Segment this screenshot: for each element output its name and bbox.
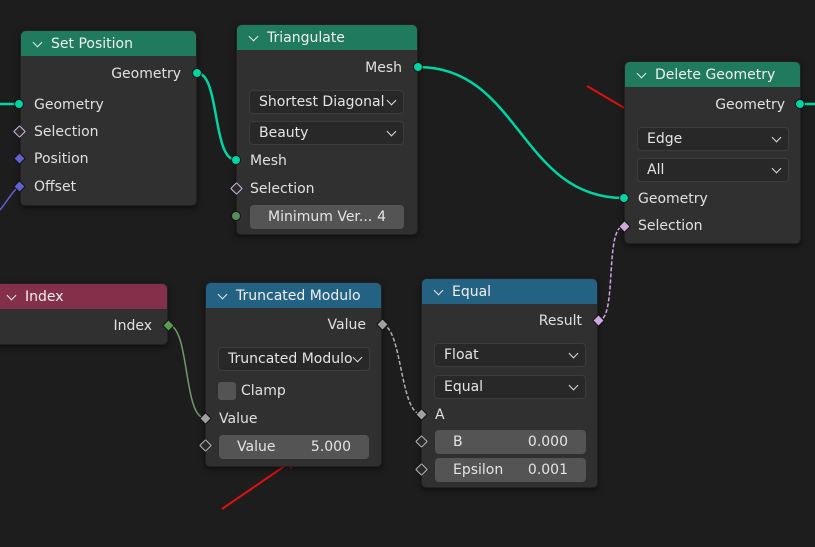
chevron-down-icon bbox=[771, 132, 782, 143]
field-value: 4 bbox=[377, 209, 386, 225]
link-equal-to-selection bbox=[597, 225, 625, 322]
node-title: Index bbox=[25, 288, 64, 305]
clamp-checkbox[interactable] bbox=[218, 382, 236, 400]
chevron-down-icon bbox=[352, 352, 363, 363]
link-triangulate-to-delete bbox=[417, 65, 625, 200]
input-a-label: A bbox=[435, 407, 445, 423]
input-selection-label: Selection bbox=[250, 181, 315, 197]
input-selection-label: Selection bbox=[34, 124, 99, 140]
output-result-label: Result bbox=[538, 313, 582, 329]
comparison-dropdown[interactable]: Equal bbox=[434, 375, 586, 399]
socket-delete-geometry-in[interactable] bbox=[619, 193, 629, 203]
operation-dropdown[interactable]: Truncated Modulo bbox=[218, 347, 370, 371]
collapse-chevron-icon[interactable] bbox=[247, 31, 261, 45]
chevron-down-icon bbox=[771, 163, 782, 174]
node-header[interactable]: Index bbox=[0, 284, 167, 309]
collapse-chevron-icon[interactable] bbox=[432, 285, 446, 299]
node-title: Truncated Modulo bbox=[236, 287, 361, 304]
domain-dropdown[interactable]: Edge bbox=[637, 127, 789, 151]
input-value-label: Value bbox=[219, 411, 258, 427]
mode-value: All bbox=[647, 162, 665, 178]
clamp-label: Clamp bbox=[241, 383, 286, 399]
input-mesh-label: Mesh bbox=[250, 153, 287, 169]
comparison-value: Equal bbox=[444, 379, 484, 395]
node-header[interactable]: Delete Geometry bbox=[625, 62, 800, 87]
socket-triangulate-minvert-in[interactable] bbox=[231, 211, 241, 221]
b-field[interactable]: B 0.000 bbox=[435, 430, 586, 454]
collapse-chevron-icon[interactable] bbox=[5, 290, 19, 304]
node-title: Delete Geometry bbox=[655, 66, 776, 83]
link-setpos-to-triangulate bbox=[196, 71, 237, 162]
node-header[interactable]: Equal bbox=[422, 279, 597, 304]
link-modulo-to-equal bbox=[381, 324, 422, 415]
field-value: 0.001 bbox=[527, 462, 568, 478]
output-geometry-label: Geometry bbox=[715, 97, 785, 113]
field-value: 0.000 bbox=[527, 434, 568, 450]
input-offset-label: Offset bbox=[34, 179, 77, 195]
node-truncated-modulo[interactable]: Truncated Modulo Value Truncated Modulo … bbox=[205, 282, 382, 467]
clamp-checkbox-row[interactable]: Clamp bbox=[218, 380, 286, 402]
node-header[interactable]: Triangulate bbox=[237, 25, 417, 50]
chevron-down-icon bbox=[568, 348, 579, 359]
ngon-method-value: Beauty bbox=[259, 125, 309, 141]
collapse-chevron-icon[interactable] bbox=[216, 289, 230, 303]
node-title: Triangulate bbox=[267, 29, 345, 46]
chevron-down-icon bbox=[568, 380, 579, 391]
epsilon-field[interactable]: Epsilon 0.001 bbox=[435, 458, 586, 482]
field-value: 5.000 bbox=[310, 439, 351, 455]
ngon-method-dropdown[interactable]: Beauty bbox=[249, 121, 404, 145]
field-label: Minimum Ver... bbox=[268, 209, 373, 225]
socket-triangulate-mesh-out[interactable] bbox=[413, 62, 423, 72]
node-triangulate[interactable]: Triangulate Mesh Shortest Diagonal Beaut… bbox=[236, 24, 418, 235]
node-title: Set Position bbox=[51, 35, 133, 52]
field-label: Value bbox=[237, 439, 276, 455]
collapse-chevron-icon[interactable] bbox=[635, 68, 649, 82]
output-value-label: Value bbox=[327, 317, 366, 333]
mode-dropdown[interactable]: All bbox=[637, 158, 789, 182]
node-editor-canvas[interactable]: Set Position Geometry Geometry Selection… bbox=[0, 0, 815, 547]
node-title: Equal bbox=[452, 283, 492, 300]
field-label: B bbox=[453, 434, 463, 450]
quad-method-dropdown[interactable]: Shortest Diagonal bbox=[249, 90, 404, 114]
quad-method-value: Shortest Diagonal bbox=[259, 94, 385, 110]
node-header[interactable]: Truncated Modulo bbox=[206, 283, 381, 308]
data-type-value: Float bbox=[444, 347, 479, 363]
output-geometry-label: Geometry bbox=[111, 66, 181, 82]
socket-delete-geometry-out[interactable] bbox=[795, 99, 805, 109]
input-geometry-label: Geometry bbox=[34, 97, 104, 113]
operation-value: Truncated Modulo bbox=[228, 351, 353, 367]
socket-setpos-geometry-out[interactable] bbox=[192, 68, 202, 78]
node-set-position[interactable]: Set Position Geometry Geometry Selection… bbox=[20, 30, 197, 206]
socket-triangulate-mesh-in[interactable] bbox=[231, 155, 241, 165]
output-mesh-label: Mesh bbox=[365, 60, 402, 76]
node-delete-geometry[interactable]: Delete Geometry Geometry Edge All Geomet… bbox=[624, 61, 801, 244]
node-index[interactable]: Index Index bbox=[0, 283, 168, 345]
link-index-to-modulo bbox=[167, 324, 206, 419]
socket-setpos-geometry-in[interactable] bbox=[14, 99, 24, 109]
minimum-vertices-field[interactable]: Minimum Ver... 4 bbox=[250, 205, 404, 229]
input-geometry-label: Geometry bbox=[638, 191, 708, 207]
output-index-label: Index bbox=[113, 318, 152, 334]
field-label: Epsilon bbox=[453, 462, 504, 478]
chevron-down-icon bbox=[386, 126, 397, 137]
input-position-label: Position bbox=[34, 151, 89, 167]
input-selection-label: Selection bbox=[638, 218, 703, 234]
chevron-down-icon bbox=[386, 95, 397, 106]
collapse-chevron-icon[interactable] bbox=[31, 37, 45, 51]
node-equal[interactable]: Equal Result Float Equal A B 0.000 Epsil… bbox=[421, 278, 598, 488]
domain-value: Edge bbox=[647, 131, 683, 147]
value-field[interactable]: Value 5.000 bbox=[219, 435, 369, 459]
node-header[interactable]: Set Position bbox=[21, 31, 196, 56]
data-type-dropdown[interactable]: Float bbox=[434, 343, 586, 367]
